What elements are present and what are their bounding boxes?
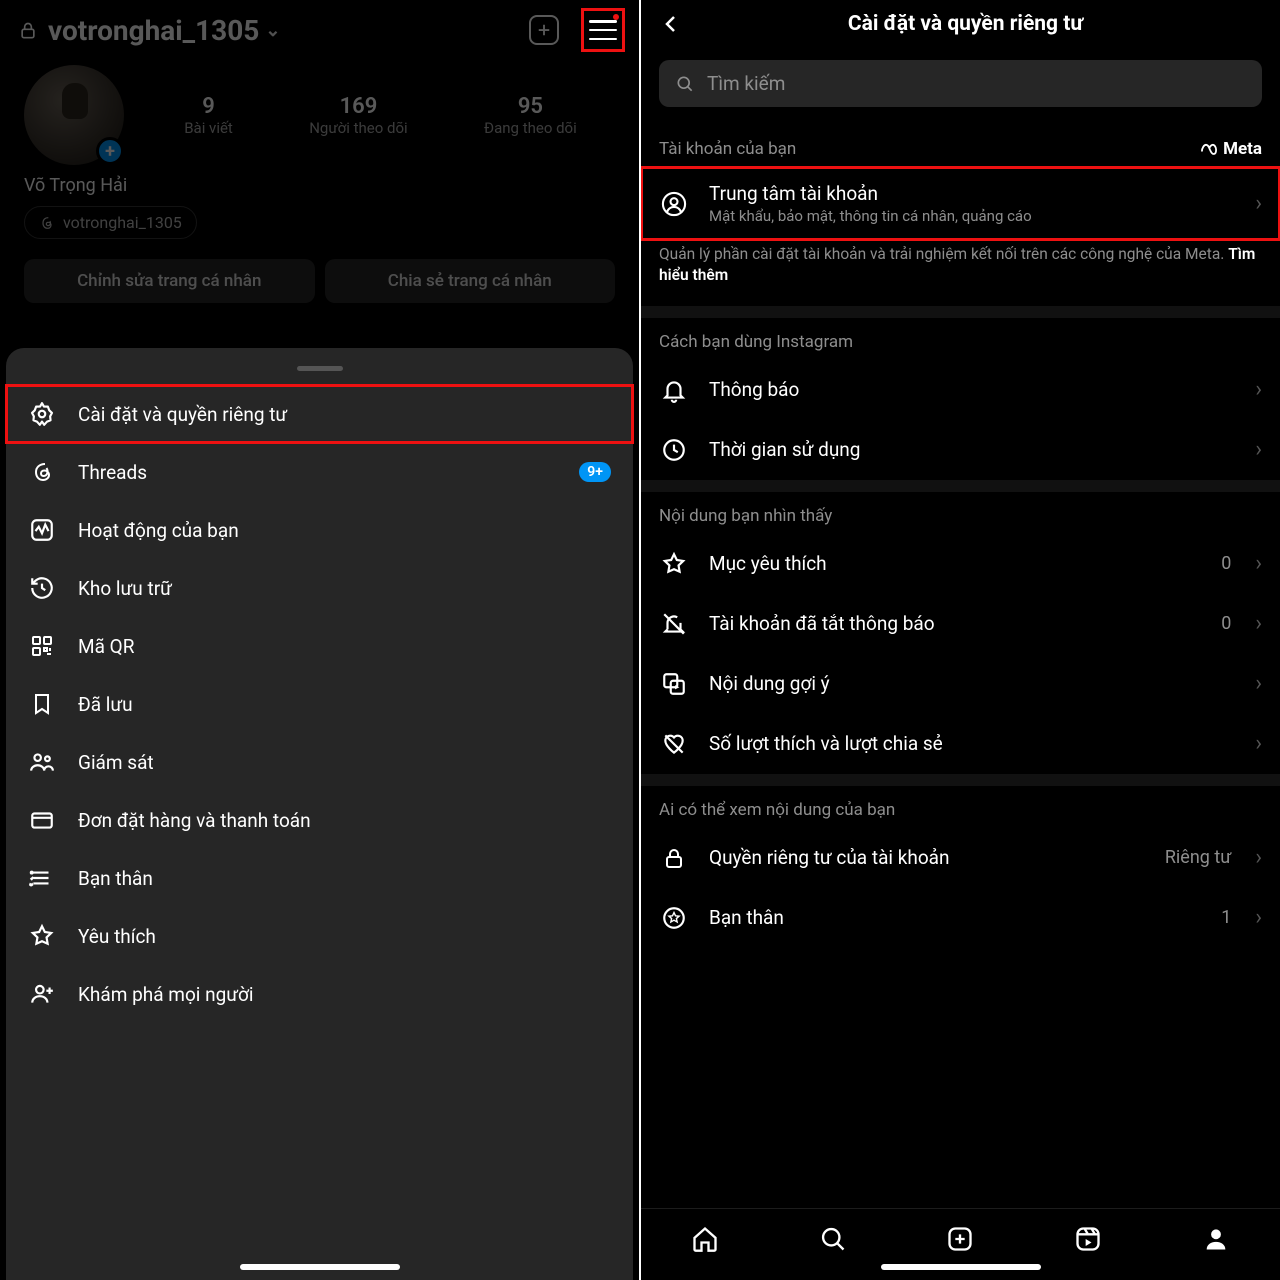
menu-archive[interactable]: Kho lưu trữ: [6, 559, 633, 617]
suggested-icon: [659, 669, 689, 699]
display-name: Võ Trọng Hải: [0, 165, 639, 200]
menu-button-highlighted[interactable]: [581, 8, 625, 52]
chevron-down-icon: ⌄: [265, 20, 280, 41]
clock-icon: [659, 435, 689, 465]
accounts-center-desc: Quản lý phần cài đặt tài khoản và trải n…: [641, 240, 1280, 306]
left-screenshot: votronghai_1305 ⌄ + 9 Bài viết 169 Người…: [0, 0, 639, 1280]
search-input[interactable]: Tìm kiếm: [659, 60, 1262, 107]
threads-badge: 9+: [579, 462, 611, 482]
chevron-right-icon: ›: [1255, 551, 1262, 576]
section-who-see: Ai có thể xem nội dung của bạn: [641, 786, 1280, 828]
row-likes-shares[interactable]: Số lượt thích và lượt chia sẻ ›: [641, 714, 1280, 774]
menu-settings-privacy[interactable]: Cài đặt và quyền riêng tư: [6, 385, 633, 443]
share-profile-button[interactable]: Chia sẻ trang cá nhân: [325, 259, 616, 303]
search-placeholder: Tìm kiếm: [707, 72, 785, 95]
menu-close-friends[interactable]: Bạn thân: [6, 849, 633, 907]
menu-your-activity[interactable]: Hoạt động của bạn: [6, 501, 633, 559]
settings-icon: [28, 400, 56, 428]
star-icon: [28, 922, 56, 950]
nav-create[interactable]: [945, 1224, 975, 1254]
profile-avatar[interactable]: +: [24, 65, 124, 165]
lock-icon: [18, 21, 38, 41]
heart-off-icon: [659, 729, 689, 759]
meta-logo: Meta: [1199, 139, 1262, 159]
bell-icon: [659, 375, 689, 405]
edit-profile-button[interactable]: Chỉnh sửa trang cá nhân: [24, 259, 315, 303]
section-content: Nội dung bạn nhìn thấy: [641, 492, 1280, 534]
settings-header: Cài đặt và quyền riêng tư: [641, 0, 1280, 52]
profile-stats-row: + 9 Bài viết 169 Người theo dõi 95 Đang …: [0, 57, 639, 165]
hamburger-icon: [589, 20, 617, 40]
row-time-spent[interactable]: Thời gian sử dụng ›: [641, 420, 1280, 480]
following-count[interactable]: 95 Đang theo dõi: [484, 94, 577, 137]
chevron-right-icon: ›: [1255, 377, 1262, 402]
lock-icon: [659, 843, 689, 873]
menu-threads[interactable]: Threads 9+: [6, 443, 633, 501]
menu-saved[interactable]: Đã lưu: [6, 675, 633, 733]
accounts-center-icon: [659, 189, 689, 219]
search-icon: [675, 74, 695, 94]
chevron-right-icon: ›: [1255, 611, 1262, 636]
posts-count[interactable]: 9 Bài viết: [184, 94, 233, 137]
create-button[interactable]: [529, 15, 559, 45]
bell-off-icon: [659, 609, 689, 639]
notification-dot: [613, 14, 619, 20]
row-suggested-content[interactable]: Nội dung gợi ý ›: [641, 654, 1280, 714]
row-notifications[interactable]: Thông báo ›: [641, 360, 1280, 420]
star-icon: [659, 549, 689, 579]
chevron-right-icon: ›: [1255, 905, 1262, 930]
menu-supervision[interactable]: Giám sát: [6, 733, 633, 791]
activity-icon: [28, 516, 56, 544]
menu-orders[interactable]: Đơn đặt hàng và thanh toán: [6, 791, 633, 849]
chevron-right-icon: ›: [1255, 731, 1262, 756]
chevron-right-icon: ›: [1255, 191, 1262, 216]
menu-qr[interactable]: Mã QR: [6, 617, 633, 675]
section-usage: Cách bạn dùng Instagram: [641, 318, 1280, 360]
discover-people-icon: [28, 980, 56, 1008]
nav-search[interactable]: [818, 1224, 848, 1254]
followers-count[interactable]: 169 Người theo dõi: [309, 94, 407, 137]
divider: [641, 480, 1280, 492]
add-story-icon[interactable]: +: [96, 137, 124, 165]
divider: [641, 306, 1280, 318]
row-muted-accounts[interactable]: Tài khoản đã tắt thông báo 0 ›: [641, 594, 1280, 654]
page-title: Cài đặt và quyền riêng tư: [669, 12, 1262, 36]
saved-icon: [28, 690, 56, 718]
chevron-right-icon: ›: [1255, 845, 1262, 870]
bottom-nav: [641, 1208, 1280, 1280]
menu-discover-people[interactable]: Khám phá mọi người: [6, 965, 633, 1023]
chevron-right-icon: ›: [1255, 671, 1262, 696]
divider: [641, 774, 1280, 786]
orders-icon: [28, 806, 56, 834]
row-accounts-center[interactable]: Trung tâm tài khoản Mật khẩu, bảo mật, t…: [641, 167, 1280, 240]
username-text: votronghai_1305: [48, 14, 259, 47]
section-account: Tài khoản của bạn Meta: [641, 125, 1280, 167]
row-favorites[interactable]: Mục yêu thích 0 ›: [641, 534, 1280, 594]
right-screenshot: Cài đặt và quyền riêng tư Tìm kiếm Tài k…: [639, 0, 1280, 1280]
sheet-grabber[interactable]: [297, 366, 343, 371]
home-indicator: [240, 1264, 400, 1270]
nav-reels[interactable]: [1073, 1224, 1103, 1254]
nav-home[interactable]: [690, 1224, 720, 1254]
archive-icon: [28, 574, 56, 602]
nav-profile[interactable]: [1201, 1224, 1231, 1254]
qr-icon: [28, 632, 56, 660]
supervision-icon: [28, 748, 56, 776]
threads-icon: [28, 458, 56, 486]
menu-favorites[interactable]: Yêu thích: [6, 907, 633, 965]
chevron-right-icon: ›: [1255, 437, 1262, 462]
profile-action-buttons: Chỉnh sửa trang cá nhân Chia sẻ trang cá…: [0, 251, 639, 321]
home-indicator: [881, 1264, 1041, 1270]
row-account-privacy[interactable]: Quyền riêng tư của tài khoản Riêng tư ›: [641, 828, 1280, 888]
close-friends-star-icon: [659, 903, 689, 933]
row-close-friends[interactable]: Bạn thân 1 ›: [641, 888, 1280, 948]
threads-handle-chip[interactable]: votronghai_1305: [24, 206, 197, 239]
profile-menu-sheet: Cài đặt và quyền riêng tư Threads 9+ Hoạ…: [6, 348, 633, 1280]
close-friends-icon: [28, 864, 56, 892]
threads-icon: [39, 215, 55, 231]
